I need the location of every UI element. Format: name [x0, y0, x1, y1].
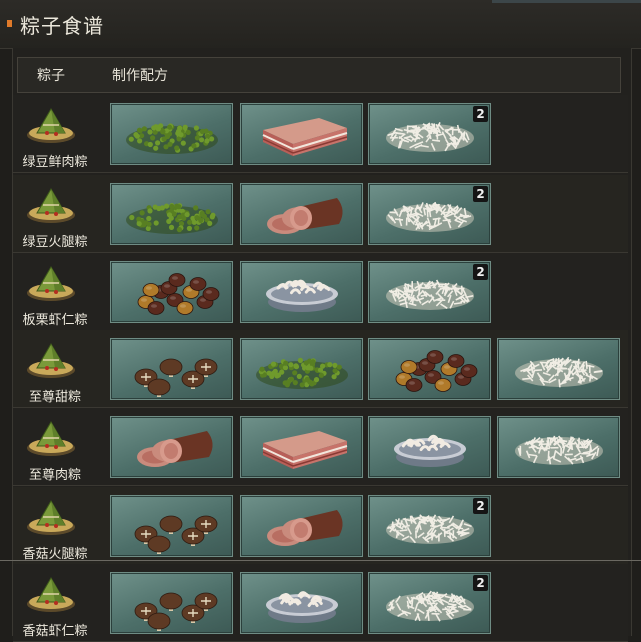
quantity-badge: 2 [473, 498, 488, 514]
zongzi-icon [25, 416, 77, 460]
ingredient-slot-rice[interactable]: 2 [368, 572, 491, 634]
ingredient-slot-rice[interactable]: 2 [368, 183, 491, 245]
mushroom-icon [134, 358, 218, 397]
mushroom-icon [134, 515, 218, 554]
chestnut-icon [137, 273, 220, 315]
ham-icon [267, 510, 343, 546]
zongzi-name: 板栗虾仁粽 [22, 313, 88, 328]
column-header: 粽子 制作配方 [17, 57, 621, 93]
column-header-zongzi: 粽子 [37, 68, 65, 84]
rice-icon [386, 514, 474, 544]
ingredient-slot-chestnut[interactable] [110, 261, 233, 323]
ham-icon [267, 198, 343, 234]
ingredient-slot-shrimp[interactable] [368, 416, 491, 478]
mushroom-icon [134, 592, 218, 631]
ingredient-slot-rice[interactable]: 2 [368, 103, 491, 165]
ham-icon [137, 431, 213, 467]
ingredient-slot-chestnut[interactable] [368, 338, 491, 400]
ingredient-slot-mushroom[interactable] [110, 495, 233, 557]
quantity-badge: 2 [473, 575, 488, 591]
row-divider [13, 485, 628, 486]
rice-icon [386, 201, 474, 232]
column-header-recipe: 制作配方 [112, 68, 168, 84]
title-bar: 粽子食谱 [0, 0, 641, 49]
rice-icon [386, 590, 474, 622]
ingredient-slot-rice[interactable] [497, 416, 620, 478]
ingredient-slot-ham[interactable] [240, 495, 363, 557]
chestnut-icon [395, 350, 478, 392]
ingredient-slot-rice[interactable]: 2 [368, 495, 491, 557]
page-title: 粽子食谱 [20, 14, 104, 38]
zongzi-icon [25, 183, 77, 227]
zongzi-name: 至尊甜粽 [28, 390, 81, 405]
mungbean-icon [126, 203, 218, 234]
ingredient-slot-rice[interactable]: 2 [368, 261, 491, 323]
zongzi-icon [25, 338, 77, 382]
rice-icon [386, 121, 474, 152]
section-divider [0, 560, 641, 561]
rice-icon [386, 279, 474, 310]
ingredient-slot-pork[interactable] [240, 103, 363, 165]
ingredient-slot-mushroom[interactable] [110, 338, 233, 400]
zongzi-icon [25, 261, 77, 305]
ingredient-slot-rice[interactable] [497, 338, 620, 400]
zongzi-name: 绿豆火腿粽 [22, 235, 88, 250]
zongzi-icon [25, 103, 77, 147]
quantity-badge: 2 [473, 264, 488, 280]
zongzi-icon [25, 495, 77, 539]
quantity-badge: 2 [473, 186, 488, 202]
zongzi-name: 绿豆鲜肉粽 [22, 155, 88, 170]
quantity-badge: 2 [473, 106, 488, 122]
pork-icon [262, 431, 348, 469]
ingredient-slot-pork[interactable] [240, 416, 363, 478]
ingredient-slot-shrimp[interactable] [240, 261, 363, 323]
top-edge-decoration [492, 0, 641, 3]
zongzi-name: 至尊肉粽 [28, 468, 81, 483]
pork-icon [262, 118, 348, 156]
rice-icon [515, 435, 603, 465]
zongzi-name: 香菇虾仁粽 [22, 624, 88, 639]
ingredient-slot-ham[interactable] [240, 183, 363, 245]
ingredient-slot-mushroom[interactable] [110, 572, 233, 634]
rice-icon [515, 356, 603, 388]
mungbean-icon [126, 123, 218, 154]
zongzi-icon [25, 572, 77, 616]
ingredient-slot-shrimp[interactable] [240, 572, 363, 634]
ingredient-slot-ham[interactable] [110, 416, 233, 478]
ingredient-slot-mungbean[interactable] [110, 103, 233, 165]
ingredient-slot-mungbean[interactable] [110, 183, 233, 245]
shrimp-icon [394, 434, 466, 467]
row-divider [13, 172, 628, 173]
shrimp-icon [266, 279, 338, 312]
mungbean-icon [256, 357, 348, 389]
title-marker [7, 20, 12, 27]
shrimp-icon [266, 591, 338, 623]
ingredient-slot-mungbean[interactable] [240, 338, 363, 400]
